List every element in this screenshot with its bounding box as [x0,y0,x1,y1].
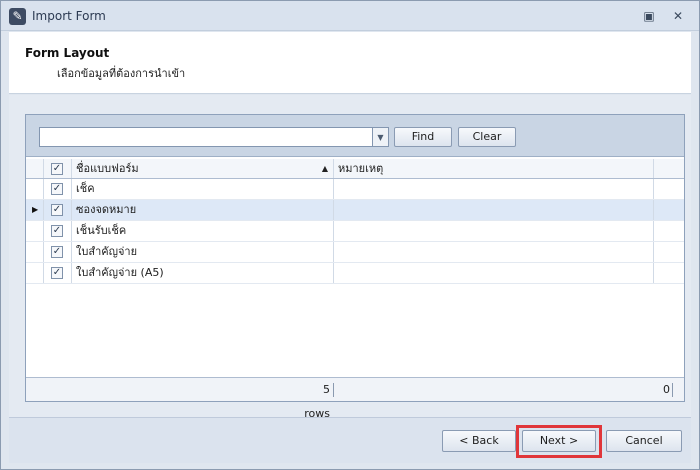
row-checkbox-cell[interactable]: ✓ [44,179,72,199]
row-indicator-cell [26,263,44,283]
page-subtitle: เลือกข้อมูลที่ต้องการนำเข้า [57,67,186,80]
search-bar: ▼ Find Clear [26,115,684,157]
import-form-window: ✎ Import Form ▣ ✕ Form Layout เลือกข้อมู… [0,0,700,470]
wizard-button-bar: < Back Next > Cancel [9,417,691,463]
row-note [334,221,654,241]
row-note [334,242,654,262]
row-name: เช็ค [72,179,334,199]
row-name: เช็นรับเช็ค [72,221,334,241]
title-bar[interactable]: ✎ Import Form ▣ ✕ [1,1,699,31]
grid-header: ✓ ชื่อแบบฟอร์ม ▲ หมายเหตุ [26,159,684,179]
row-checkbox-cell[interactable]: ✓ [44,263,72,283]
table-row[interactable]: ✓ ใบสำคัญจ่าย [26,242,684,263]
row-name: ใบสำคัญจ่าย (A5) [72,263,334,283]
window-title: Import Form [32,9,106,23]
wizard-header: Form Layout เลือกข้อมูลที่ต้องการนำเข้า [9,32,691,94]
close-icon[interactable]: ✕ [670,8,686,24]
cancel-button[interactable]: Cancel [606,430,682,452]
restore-icon[interactable]: ▣ [641,8,657,24]
row-checkbox[interactable]: ✓ [51,267,63,279]
select-all-checkbox[interactable]: ✓ [51,163,63,175]
column-header-note-label: หมายเหตุ [338,162,384,175]
row-checkbox-cell[interactable]: ✓ [44,242,72,262]
clear-button[interactable]: Clear [458,127,516,147]
column-header-name[interactable]: ชื่อแบบฟอร์ม ▲ [72,159,334,178]
row-indicator-cell [26,179,44,199]
column-header-name-label: ชื่อแบบฟอร์ม [76,162,139,175]
row-checkbox[interactable]: ✓ [51,204,63,216]
row-filler [654,179,684,199]
table-row[interactable]: ✓ เช็นรับเช็ค [26,221,684,242]
column-header-note[interactable]: หมายเหตุ [334,159,654,178]
row-note [334,179,654,199]
row-note [334,200,654,220]
table-row[interactable]: ▶ ✓ ซองจดหมาย [26,200,684,221]
row-checkbox[interactable]: ✓ [51,246,63,258]
row-indicator-cell [26,221,44,241]
next-button-highlight [516,425,602,458]
current-row-arrow-icon: ▶ [32,205,39,214]
grid-footer: 5 rows 0 [26,377,684,420]
row-filler [654,263,684,283]
page-title: Form Layout [25,46,110,60]
row-indicator-cell [26,242,44,262]
search-input[interactable] [39,127,373,147]
app-icon: ✎ [9,8,26,25]
footer-divider [333,383,334,397]
row-note [334,263,654,283]
form-grid-panel: ▼ Find Clear ✓ ชื่อแบบฟอร์ม ▲ หมายเหตุ ✓… [25,114,685,420]
indicator-header [26,159,44,178]
row-checkbox[interactable]: ✓ [51,225,63,237]
row-checkbox[interactable]: ✓ [51,183,63,195]
row-filler [654,242,684,262]
row-name: ใบสำคัญจ่าย [72,242,334,262]
back-button[interactable]: < Back [442,430,516,452]
row-filler [654,200,684,220]
find-button[interactable]: Find [394,127,452,147]
column-header-filler [654,159,684,178]
row-checkbox-cell[interactable]: ✓ [44,221,72,241]
form-grid: ✓ ชื่อแบบฟอร์ม ▲ หมายเหตุ ✓ เช็ค ▶ ✓ ซอง… [26,159,684,284]
select-all-header[interactable]: ✓ [44,159,72,178]
row-filler [654,221,684,241]
search-dropdown-button[interactable]: ▼ [373,127,389,147]
chevron-down-icon: ▼ [377,133,384,142]
row-checkbox-cell[interactable]: ✓ [44,200,72,220]
table-row[interactable]: ✓ ใบสำคัญจ่าย (A5) [26,263,684,284]
row-name: ซองจดหมาย [72,200,334,220]
table-row[interactable]: ✓ เช็ค [26,179,684,200]
sort-ascending-icon: ▲ [321,164,328,173]
footer-summary: 0 [663,383,670,396]
footer-divider [672,383,673,397]
row-indicator-cell: ▶ [26,200,44,220]
content-area: ▼ Find Clear ✓ ชื่อแบบฟอร์ม ▲ หมายเหตุ ✓… [9,95,691,420]
